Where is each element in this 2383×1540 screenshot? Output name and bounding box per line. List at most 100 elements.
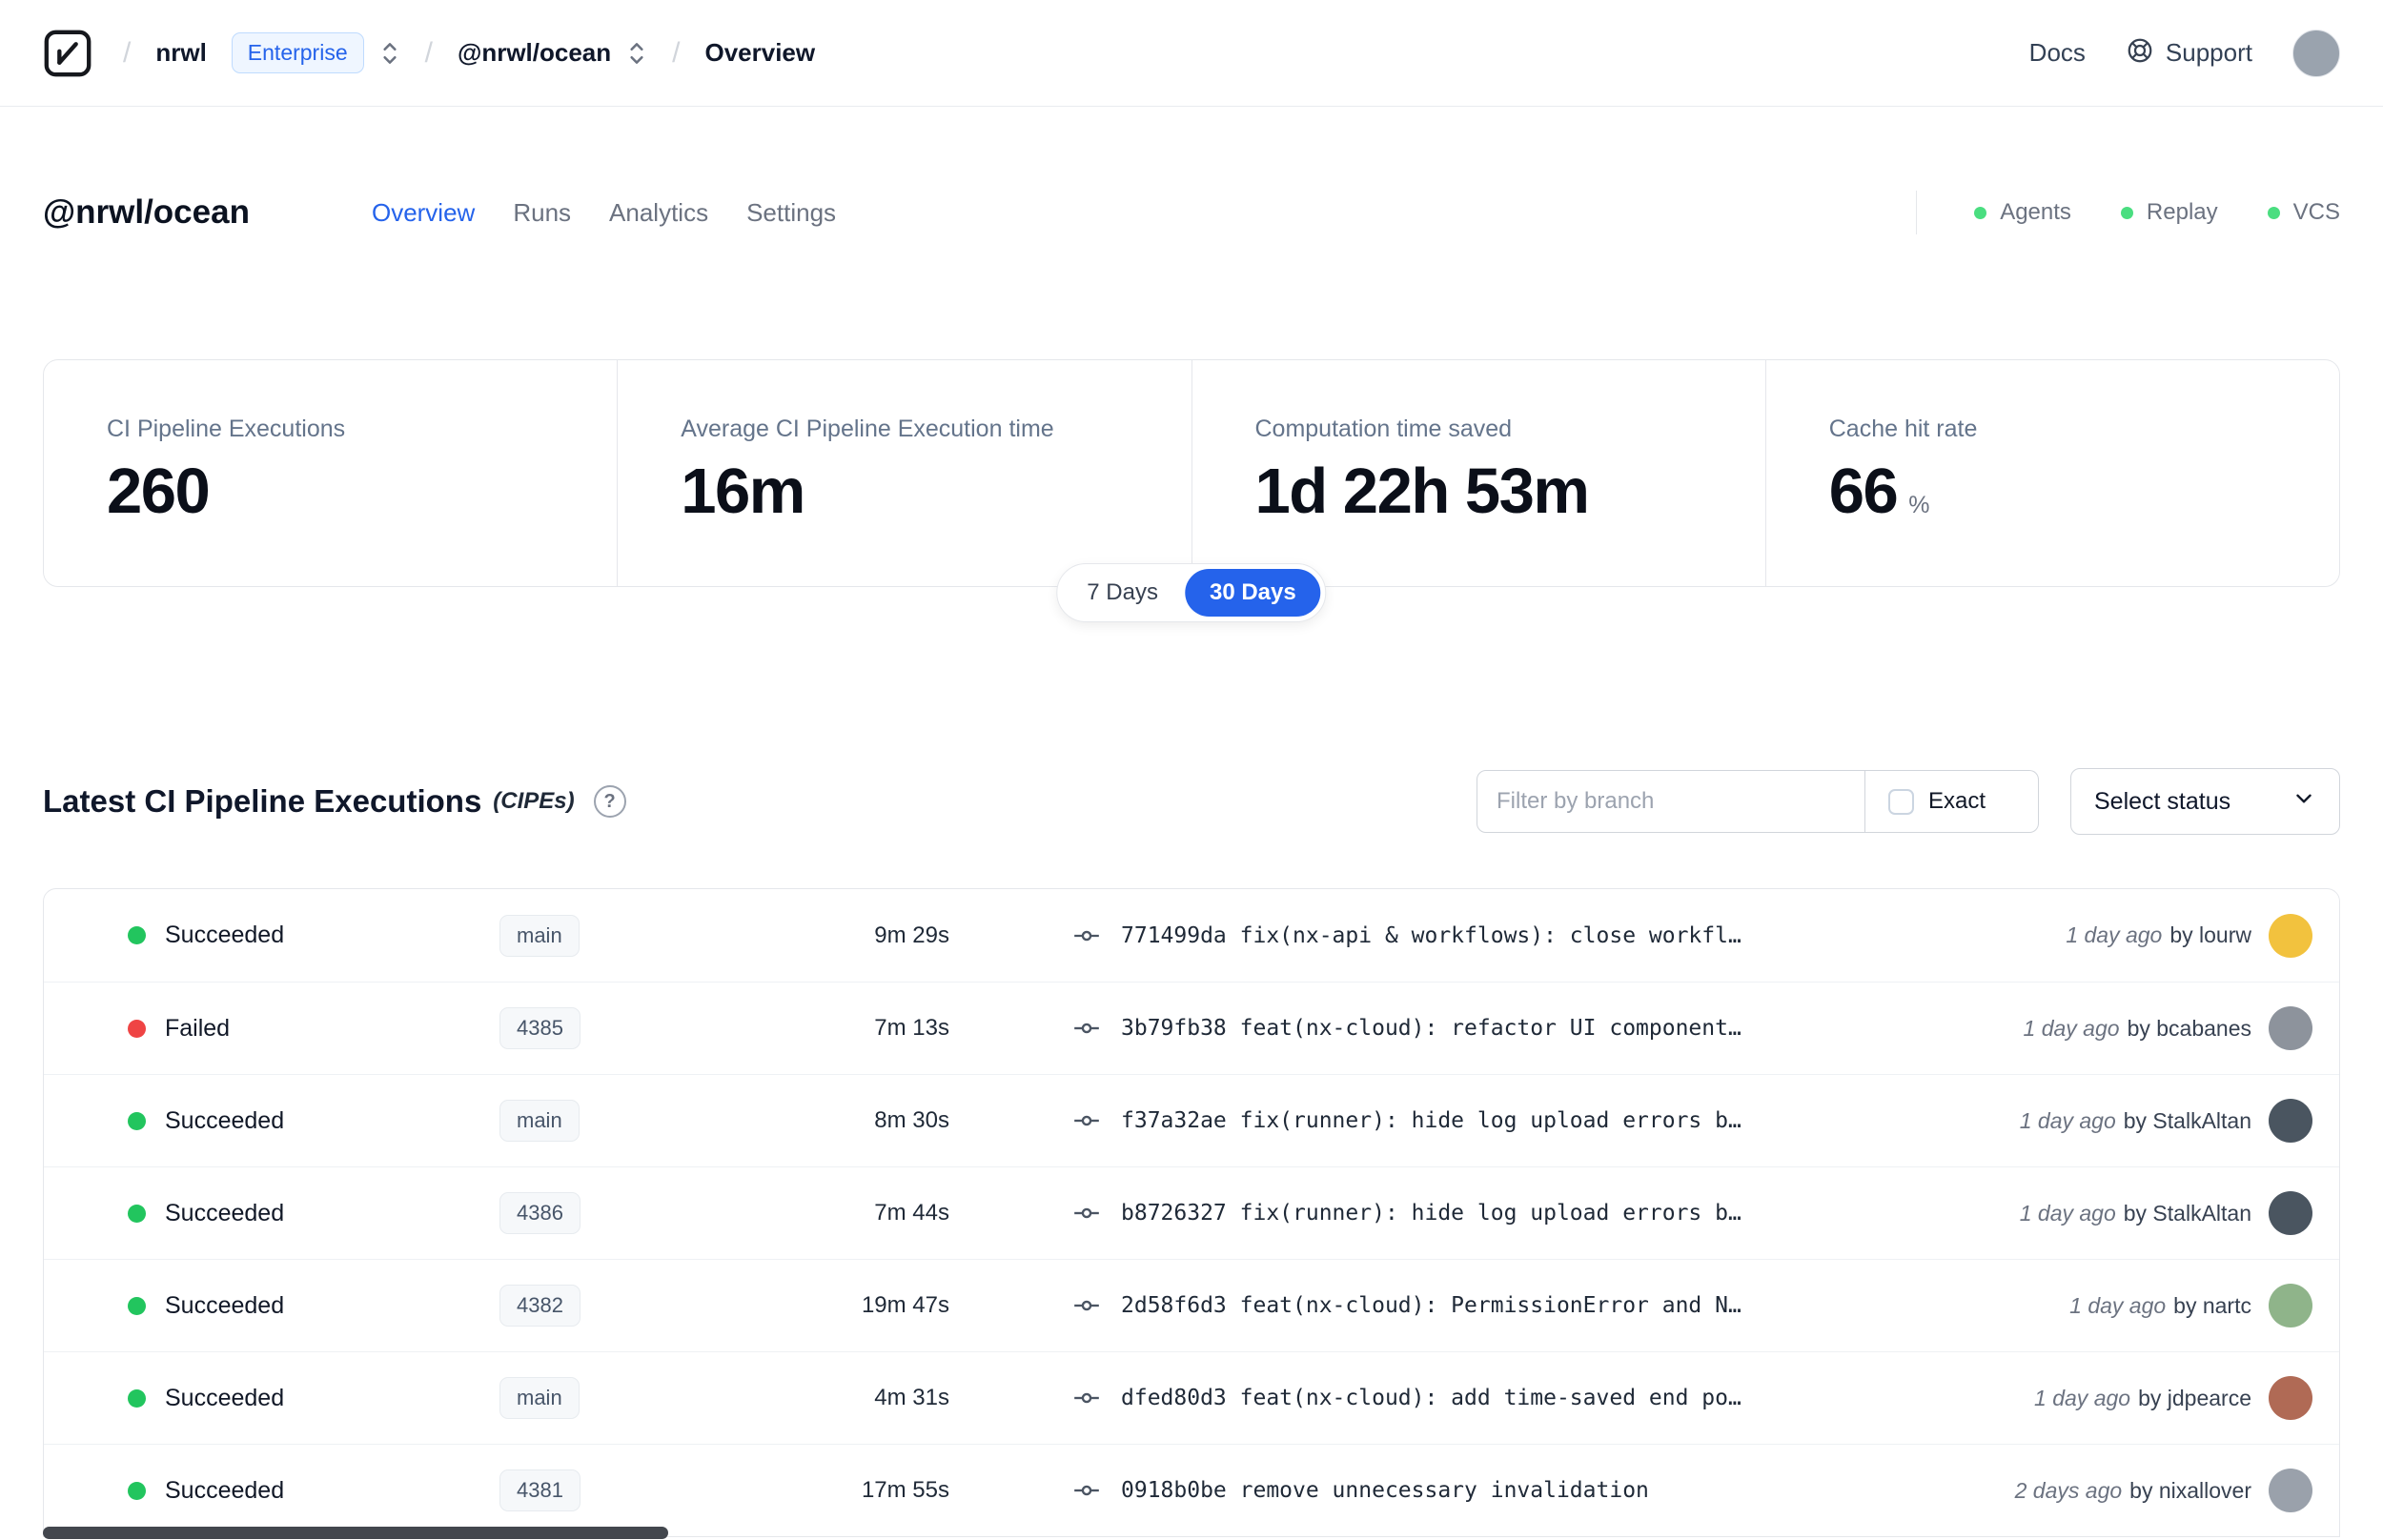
branch-badge: 4381	[499, 1469, 580, 1511]
status-vcs-label: VCS	[2292, 199, 2340, 225]
status-agents-label: Agents	[2000, 199, 2071, 225]
duration: 9m 29s	[874, 922, 949, 948]
commit-cell: b8726327 fix(runner): hide log upload er…	[1073, 1200, 2001, 1226]
cipes-controls: Exact Select status	[1477, 768, 2340, 835]
integration-statuses: Agents Replay VCS	[1916, 191, 2340, 234]
page: / nrwl Enterprise / @nrwl/ocean / Overvi…	[0, 0, 2383, 1540]
status-label: Failed	[165, 1014, 231, 1042]
table-row[interactable]: Succeeded 4382 19m 47s 2d58f6d3 feat(nx-…	[44, 1259, 2339, 1351]
git-commit-icon	[1073, 1385, 1100, 1411]
org-switcher-chevron-icon[interactable]	[379, 38, 400, 69]
meta-cell: 2 days ago by nixallover	[2015, 1469, 2312, 1512]
branch-badge: main	[499, 914, 580, 957]
nx-cloud-logo-icon[interactable]	[43, 29, 92, 78]
avatar[interactable]	[2269, 1376, 2312, 1420]
tab-runs[interactable]: Runs	[513, 198, 571, 228]
relative-time: 1 day ago	[2019, 1107, 2116, 1133]
avatar[interactable]	[2269, 1006, 2312, 1050]
table-row[interactable]: Succeeded 4386 7m 44s b8726327 fix(runne…	[44, 1166, 2339, 1259]
support-link[interactable]: Support	[2126, 36, 2252, 70]
git-commit-icon	[1073, 922, 1100, 949]
exact-filter-toggle[interactable]: Exact	[1865, 770, 2039, 833]
lifebuoy-icon	[2126, 36, 2154, 70]
branch-badge: main	[499, 1100, 580, 1142]
avatar[interactable]	[2269, 1191, 2312, 1235]
relative-time: 1 day ago	[2069, 1292, 2167, 1318]
avatar[interactable]	[2269, 1284, 2312, 1327]
breadcrumb: / nrwl Enterprise / @nrwl/ocean / Overvi…	[43, 29, 815, 78]
range-30-days-button[interactable]: 30 Days	[1184, 569, 1321, 617]
stat-value: 66	[1828, 456, 1899, 527]
author: by StalkAltan	[2123, 1107, 2251, 1133]
stat-label: Cache hit rate	[1828, 415, 1978, 442]
branch-badge: 4382	[499, 1285, 580, 1327]
commit-message: 0918b0be remove unnecessary invalidation	[1121, 1478, 1649, 1503]
commit-message: b8726327 fix(runner): hide log upload er…	[1121, 1201, 1741, 1226]
stat-label: CI Pipeline Executions	[107, 415, 346, 442]
status-label: Succeeded	[165, 922, 285, 948]
avatar[interactable]	[2269, 913, 2312, 958]
author: by nartc	[2173, 1292, 2251, 1318]
help-icon[interactable]: ?	[593, 785, 626, 818]
docs-link[interactable]: Docs	[2029, 38, 2086, 68]
status-dot	[128, 1296, 146, 1315]
workspace-switcher-chevron-icon[interactable]	[626, 38, 647, 69]
status-label: Succeeded	[165, 1476, 285, 1504]
duration: 7m 44s	[874, 1200, 949, 1226]
meta-cell: 1 day ago by bcabanes	[2024, 1006, 2312, 1050]
branch-cell: 4381	[499, 1469, 776, 1511]
stat-label: Computation time saved	[1254, 415, 1513, 442]
breadcrumb-page: Overview	[704, 38, 816, 67]
stats-section: CI Pipeline Executions 260 Average CI Pi…	[43, 359, 2340, 622]
status-cell: Failed	[128, 1015, 499, 1043]
breadcrumb-separator: /	[672, 36, 681, 69]
cipes-section-suffix: (CIPEs)	[493, 788, 575, 814]
status-cell: Succeeded	[128, 1107, 499, 1135]
commit-message: dfed80d3 feat(nx-cloud): add time-saved …	[1121, 1386, 1741, 1410]
status-dot	[128, 1019, 146, 1038]
breadcrumb-org[interactable]: nrwl	[155, 38, 206, 68]
table-row[interactable]: Succeeded main 8m 30s f37a32ae fix(runne…	[44, 1074, 2339, 1166]
stat-value: 16m	[681, 456, 805, 527]
breadcrumb-workspace[interactable]: @nrwl/ocean	[458, 38, 611, 68]
cipes-section-title: Latest CI Pipeline Executions	[43, 783, 482, 819]
status-agents[interactable]: Agents	[1974, 199, 2071, 226]
branch-badge: 4385	[499, 1007, 580, 1049]
status-vcs[interactable]: VCS	[2267, 199, 2340, 226]
table-row[interactable]: Failed 4385 7m 13s 3b79fb38 feat(nx-clou…	[44, 982, 2339, 1074]
table-row[interactable]: Succeeded 4381 17m 55s 0918b0be remove u…	[44, 1444, 2339, 1536]
meta-cell: 1 day ago by nartc	[2069, 1284, 2312, 1327]
status-replay-label: Replay	[2146, 199, 2218, 225]
branch-cell: main	[499, 914, 776, 957]
exact-checkbox[interactable]	[1888, 788, 1914, 815]
branch-filter-input[interactable]	[1477, 770, 1865, 833]
commit-cell: 771499da fix(nx-api & workflows): close …	[1073, 922, 2047, 949]
enterprise-badge: Enterprise	[231, 32, 364, 73]
cipes-header: Latest CI Pipeline Executions (CIPEs) ? …	[43, 587, 2340, 835]
status-cell: Succeeded	[128, 1292, 499, 1320]
branch-cell: 4382	[499, 1285, 776, 1327]
table-row[interactable]: Succeeded main 9m 29s 771499da fix(nx-ap…	[44, 889, 2339, 982]
table-row[interactable]: Succeeded main 4m 31s dfed80d3 feat(nx-c…	[44, 1351, 2339, 1444]
tab-settings[interactable]: Settings	[746, 198, 836, 228]
support-label: Support	[2165, 38, 2252, 67]
commit-message: 3b79fb38 feat(nx-cloud): refactor UI com…	[1121, 1016, 1741, 1041]
duration: 17m 55s	[861, 1477, 949, 1503]
status-label: Succeeded	[165, 1384, 285, 1411]
cipes-table: Succeeded main 9m 29s 771499da fix(nx-ap…	[43, 888, 2340, 1537]
status-replay[interactable]: Replay	[2120, 199, 2218, 226]
tab-overview[interactable]: Overview	[372, 198, 475, 228]
avatar[interactable]	[2269, 1469, 2312, 1512]
status-dot	[128, 1111, 146, 1130]
git-commit-icon	[1073, 1477, 1100, 1504]
git-commit-icon	[1073, 1015, 1100, 1042]
user-avatar[interactable]	[2292, 29, 2340, 77]
relative-time: 1 day ago	[2034, 1385, 2131, 1410]
avatar[interactable]	[2269, 1099, 2312, 1143]
status-select-dropdown[interactable]: Select status	[2070, 768, 2340, 835]
horizontal-scrollbar-thumb[interactable]	[43, 1527, 668, 1539]
status-dot	[128, 926, 146, 944]
tab-analytics[interactable]: Analytics	[609, 198, 708, 228]
range-7-days-button[interactable]: 7 Days	[1062, 569, 1183, 617]
relative-time: 1 day ago	[2066, 922, 2163, 947]
